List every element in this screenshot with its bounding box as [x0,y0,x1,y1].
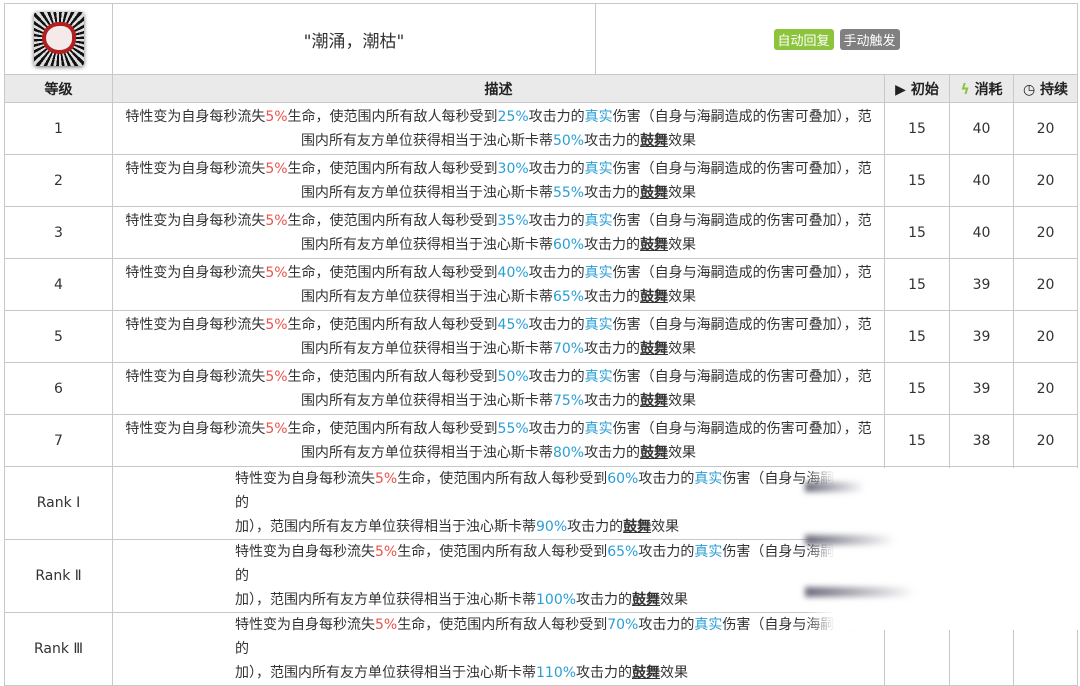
description-cell: 特性变为自身每秒流失5%生命，使范围内所有敌人每秒受到70%攻击力的真实伤害（自… [112,612,885,686]
clock-icon: ◷ [1022,81,1036,98]
level-cell: 1 [4,102,113,155]
duration-cell: 20 [1012,206,1079,259]
table-row: 4 特性变为自身每秒流失5%生命，使范围内所有敌人每秒受到40%攻击力的真实伤害… [4,258,1079,311]
level-cell: 4 [4,258,113,311]
initial-sp-cell [884,539,950,613]
duration-cell [1012,466,1079,540]
initial-sp-cell: 15 [884,258,950,311]
duration-cell: 20 [1012,258,1079,311]
description-cell: 特性变为自身每秒流失5%生命，使范围内所有敌人每秒受到50%攻击力的真实伤害（自… [112,362,885,415]
header-desc: 描述 [112,74,885,103]
level-cell: 3 [4,206,113,259]
header-cost: ϟ 消耗 [949,74,1014,103]
initial-sp-cell: 15 [884,310,950,363]
level-cell: 5 [4,310,113,363]
description-cell: 特性变为自身每秒流失5%生命，使范围内所有敌人每秒受到25%攻击力的真实伤害（自… [112,102,885,155]
table-row: Rank Ⅲ 特性变为自身每秒流失5%生命，使范围内所有敌人每秒受到70%攻击力… [4,612,1079,686]
initial-sp-cell: 15 [884,414,950,467]
initial-sp-cell: 15 [884,206,950,259]
header-initial: ▶ 初始 [884,74,950,103]
table-row: Rank Ⅰ 特性变为自身每秒流失5%生命，使范围内所有敌人每秒受到60%攻击力… [4,466,1079,540]
description-cell: 特性变为自身每秒流失5%生命，使范围内所有敌人每秒受到65%攻击力的真实伤害（自… [112,539,885,613]
table-row: 7 特性变为自身每秒流失5%生命，使范围内所有敌人每秒受到55%攻击力的真实伤害… [4,414,1079,467]
skill-icon-cell [4,3,113,75]
table-row: 5 特性变为自身每秒流失5%生命，使范围内所有敌人每秒受到45%攻击力的真实伤害… [4,310,1079,363]
sp-cost-cell: 38 [949,414,1014,467]
initial-sp-cell: 15 [884,154,950,207]
skill-title: "潮涌，潮枯" [112,3,596,75]
level-cell: Rank Ⅲ [4,612,113,686]
description-cell: 特性变为自身每秒流失5%生命，使范围内所有敌人每秒受到55%攻击力的真实伤害（自… [112,414,885,467]
sp-cost-cell: 39 [949,362,1014,415]
description-cell: 特性变为自身每秒流失5%生命，使范围内所有敌人每秒受到30%攻击力的真实伤害（自… [112,154,885,207]
header-level: 等级 [4,74,113,103]
level-cell: Rank Ⅰ [4,466,113,540]
header-duration: ◷ 持续 [1012,74,1079,103]
initial-sp-cell [884,466,950,540]
duration-cell: 20 [1012,414,1079,467]
level-cell: 6 [4,362,113,415]
table-row: 2 特性变为自身每秒流失5%生命，使范围内所有敌人每秒受到30%攻击力的真实伤害… [4,154,1079,207]
sp-cost-cell: 39 [949,258,1014,311]
duration-cell: 20 [1012,310,1079,363]
sp-cost-cell: 40 [949,154,1014,207]
skill-icon [33,12,84,66]
play-icon: ▶ [895,81,906,98]
description-cell: 特性变为自身每秒流失5%生命，使范围内所有敌人每秒受到40%攻击力的真实伤害（自… [112,258,885,311]
level-cell: Rank Ⅱ [4,539,113,613]
table-row: 3 特性变为自身每秒流失5%生命，使范围内所有敌人每秒受到35%攻击力的真实伤害… [4,206,1079,259]
tag-manual-trigger: 手动触发 [839,28,900,50]
table-row: 6 特性变为自身每秒流失5%生命，使范围内所有敌人每秒受到50%攻击力的真实伤害… [4,362,1079,415]
skill-table: "潮涌，潮枯" 自动回复 手动触发 等级 描述 ▶ 初始 ϟ 消耗 ◷ 持续 1 … [4,3,1079,686]
description-cell: 特性变为自身每秒流失5%生命，使范围内所有敌人每秒受到60%攻击力的真实伤害（自… [112,466,885,540]
duration-cell: 20 [1012,102,1079,155]
skill-tags: 自动回复 手动触发 [594,3,1079,75]
table-row: 1 特性变为自身每秒流失5%生命，使范围内所有敌人每秒受到25%攻击力的真实伤害… [4,102,1079,155]
initial-sp-cell: 15 [884,102,950,155]
sp-cost-cell [949,612,1014,686]
sp-cost-cell: 40 [949,102,1014,155]
level-cell: 2 [4,154,113,207]
initial-sp-cell [884,612,950,686]
description-cell: 特性变为自身每秒流失5%生命，使范围内所有敌人每秒受到45%攻击力的真实伤害（自… [112,310,885,363]
table-row: Rank Ⅱ 特性变为自身每秒流失5%生命，使范围内所有敌人每秒受到65%攻击力… [4,539,1079,613]
description-cell: 特性变为自身每秒流失5%生命，使范围内所有敌人每秒受到35%攻击力的真实伤害（自… [112,206,885,259]
lightning-icon: ϟ [960,81,970,98]
duration-cell [1012,612,1079,686]
duration-cell: 20 [1012,154,1079,207]
duration-cell: 20 [1012,362,1079,415]
initial-sp-cell: 15 [884,362,950,415]
sp-cost-cell: 40 [949,206,1014,259]
sp-cost-cell [949,466,1014,540]
level-cell: 7 [4,414,113,467]
duration-cell [1012,539,1079,613]
sp-cost-cell [949,539,1014,613]
sp-cost-cell: 39 [949,310,1014,363]
tag-auto-recovery: 自动回复 [773,28,834,50]
